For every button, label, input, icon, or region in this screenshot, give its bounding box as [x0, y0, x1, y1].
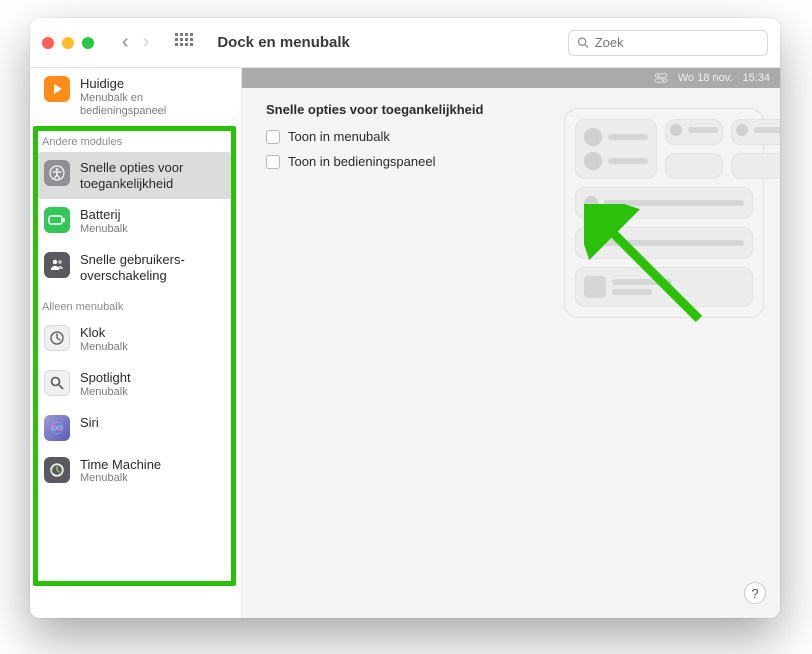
sidebar-item-label: Batterij [80, 207, 128, 223]
help-icon: ? [751, 586, 758, 601]
help-button[interactable]: ? [744, 582, 766, 604]
control-center-preview [564, 108, 764, 318]
sidebar-item-sub: Menubalk [80, 472, 161, 485]
battery-icon [44, 207, 70, 233]
search-icon [577, 36, 589, 49]
sidebar-item-accessibility-shortcuts[interactable]: Snelle opties voor toegankelijkheid [36, 152, 235, 199]
sidebar-section-other-modules: Andere modules [30, 126, 241, 152]
options-group: Snelle opties voor toegankelijkheid Toon… [266, 102, 483, 179]
titlebar: ‹ › Dock en menubalk [30, 18, 780, 68]
search-field[interactable] [568, 30, 768, 56]
sidebar: Huidige Menubalk en bedieningspaneel And… [30, 68, 242, 618]
sidebar-item-fast-user-switching[interactable]: Snelle gebruikers-overschakeling [30, 244, 241, 291]
show-in-control-center-checkbox[interactable]: Toon in bedieningspaneel [266, 154, 483, 169]
menubar-date: Wo 18 nov. [678, 72, 733, 84]
nav-arrows: ‹ › [122, 31, 149, 54]
sidebar-item-label: Time Machine [80, 457, 161, 473]
checkbox-label: Toon in bedieningspaneel [288, 154, 435, 169]
minimize-window-button[interactable] [62, 37, 74, 49]
sidebar-item-siri[interactable]: Siri [30, 407, 241, 449]
clock-icon [44, 325, 70, 351]
sidebar-item-sub: Menubalk [80, 341, 128, 354]
now-playing-icon [44, 76, 70, 102]
menubar-time: 15:34 [742, 72, 770, 84]
user-switch-icon [44, 252, 70, 278]
content-pane: Wo 18 nov. 15:34 Snelle opties voor toeg… [242, 68, 780, 618]
show-in-menubar-checkbox[interactable]: Toon in menubalk [266, 129, 483, 144]
time-machine-icon [44, 457, 70, 483]
checkbox-label: Toon in menubalk [288, 129, 390, 144]
sidebar-item-time-machine[interactable]: Time Machine Menubalk [30, 449, 241, 494]
options-heading: Snelle opties voor toegankelijkheid [266, 102, 483, 117]
sidebar-item-battery[interactable]: Batterij Menubalk [30, 199, 241, 244]
accessibility-icon [44, 160, 70, 186]
sidebar-item-label: Spotlight [80, 370, 131, 386]
sidebar-item-sub: Menubalk [80, 223, 128, 236]
traffic-lights [42, 37, 94, 49]
preferences-window: ‹ › Dock en menubalk Huidige Menubalk en… [30, 18, 780, 618]
sidebar-item-sub: Menubalk [80, 386, 131, 399]
zoom-window-button[interactable] [82, 37, 94, 49]
close-window-button[interactable] [42, 37, 54, 49]
sidebar-item-label: Snelle opties voor toegankelijkheid [80, 160, 225, 191]
checkbox-icon [266, 130, 280, 144]
checkbox-icon [266, 155, 280, 169]
menubar-preview: Wo 18 nov. 15:34 [242, 68, 780, 88]
sidebar-item-label: Snelle gebruikers-overschakeling [80, 252, 231, 283]
spotlight-icon [44, 370, 70, 396]
back-button[interactable]: ‹ [122, 31, 129, 54]
sidebar-section-menubar-only: Alleen menubalk [30, 291, 241, 317]
control-center-icon [654, 73, 668, 83]
sidebar-item-sub: Menubalk en bedieningspaneel [80, 92, 231, 118]
sidebar-item-now-playing[interactable]: Huidige Menubalk en bedieningspaneel [30, 68, 241, 126]
sidebar-item-label: Huidige [80, 76, 231, 92]
window-title: Dock en menubalk [217, 34, 350, 51]
sidebar-item-label: Klok [80, 325, 128, 341]
siri-icon [44, 415, 70, 441]
search-input[interactable] [595, 35, 759, 50]
sidebar-item-label: Siri [80, 415, 99, 431]
sidebar-item-spotlight[interactable]: Spotlight Menubalk [30, 362, 241, 407]
show-all-button[interactable] [175, 33, 195, 53]
forward-button[interactable]: › [143, 31, 150, 54]
sidebar-item-clock[interactable]: Klok Menubalk [30, 317, 241, 362]
